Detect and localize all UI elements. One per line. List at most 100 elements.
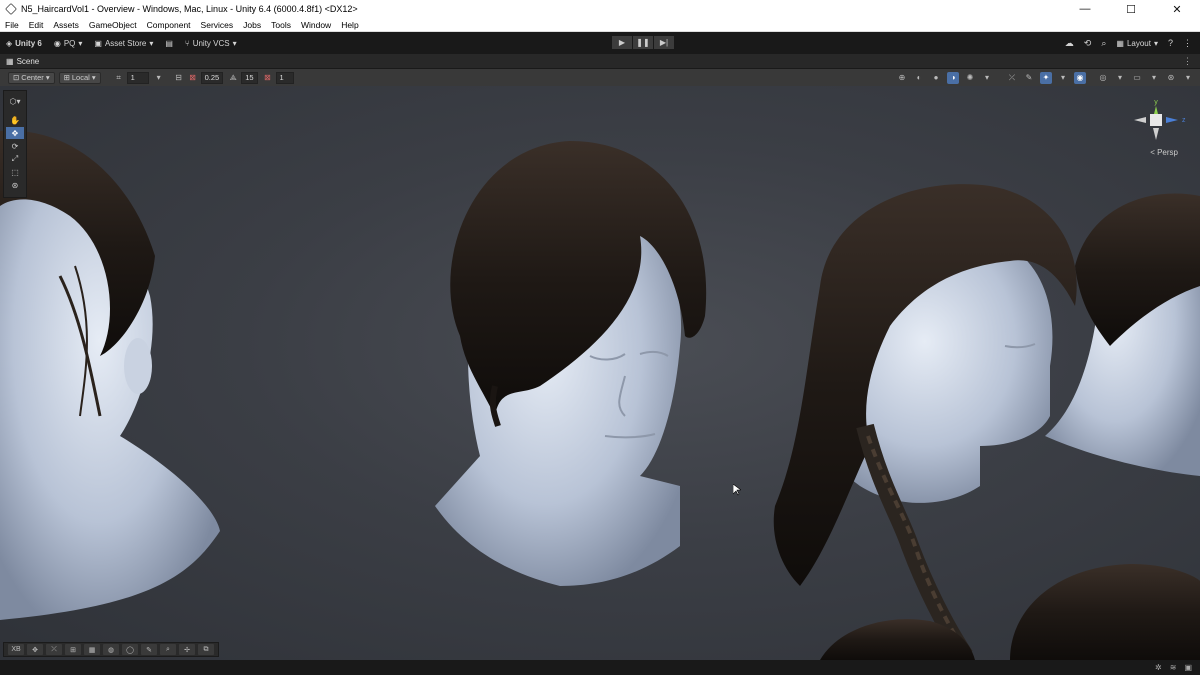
- chevron-down-icon[interactable]: ▾: [981, 72, 993, 84]
- align-icon[interactable]: ⊞: [65, 644, 81, 655]
- snap-icon[interactable]: ◍: [103, 644, 119, 655]
- sphere-icon[interactable]: ◯: [122, 644, 138, 655]
- move-icon[interactable]: ✥: [27, 644, 43, 655]
- grid-snap-icon[interactable]: ⌗: [113, 72, 125, 84]
- menu-services[interactable]: Services: [196, 20, 239, 30]
- chevron-down-icon[interactable]: ▾: [1114, 72, 1126, 84]
- 2d-toggle-icon[interactable]: ⤫: [1006, 72, 1018, 84]
- chevron-down-icon[interactable]: ▾: [1182, 72, 1194, 84]
- transform-tool-icon[interactable]: ⊛: [6, 179, 24, 191]
- zoom-icon[interactable]: ⌕: [160, 644, 176, 655]
- snap-value-field[interactable]: 0.25: [200, 71, 224, 84]
- scene-viewport[interactable]: [0, 86, 1200, 660]
- layers-icon[interactable]: ◎: [1097, 72, 1109, 84]
- chevron-down-icon: ▾: [1153, 38, 1158, 48]
- pivot-dropdown[interactable]: ⊡ Center ▾: [8, 71, 55, 84]
- unity-logo-icon: ◈: [6, 38, 13, 48]
- hand-tool-icon[interactable]: ✋: [6, 114, 24, 126]
- scene-render: [0, 130, 1200, 660]
- scale-snap-field[interactable]: 1: [275, 71, 294, 84]
- menu-gameobject[interactable]: GameObject: [84, 20, 142, 30]
- export-icon[interactable]: ⧉: [198, 644, 214, 655]
- space-label: Local: [71, 73, 90, 82]
- menu-jobs[interactable]: Jobs: [238, 20, 266, 30]
- layout-dropdown[interactable]: ▦ Layout ▾: [1116, 34, 1158, 52]
- rotate-snap-field[interactable]: 15: [241, 71, 258, 84]
- tool-palette: ⬡▾ ✋ ✥ ⟳ ⤢ ⬚ ⊛: [3, 90, 27, 198]
- asset-store-label: Asset Store: [104, 38, 147, 48]
- lighting-icon[interactable]: ✺: [964, 72, 976, 84]
- menu-window[interactable]: Window: [296, 20, 336, 30]
- xb-button[interactable]: XB: [8, 644, 24, 655]
- right-head-model: [773, 184, 1077, 660]
- pause-button[interactable]: ❚❚: [633, 36, 653, 49]
- grid-size-field[interactable]: 1: [126, 71, 149, 84]
- play-button[interactable]: ▶: [612, 36, 632, 49]
- chevron-down-icon: ▾: [232, 38, 237, 48]
- tab-scene[interactable]: ▦ Scene: [0, 57, 45, 66]
- close-button[interactable]: ✕: [1154, 0, 1200, 18]
- audio-toggle-icon[interactable]: ✎: [1023, 72, 1035, 84]
- chevron-down-icon: ▾: [78, 38, 83, 48]
- menu-help[interactable]: Help: [336, 20, 363, 30]
- chevron-down-icon[interactable]: ▾: [1057, 72, 1069, 84]
- vcs-icon: ⑂: [184, 38, 190, 48]
- menu-assets[interactable]: Assets: [48, 20, 84, 30]
- help-icon[interactable]: ?: [1168, 38, 1173, 48]
- chevron-down-icon: ▾: [91, 73, 96, 82]
- wireframe-icon[interactable]: ⊕: [896, 72, 908, 84]
- minimize-button[interactable]: —: [1062, 0, 1108, 18]
- menu-component[interactable]: Component: [142, 20, 196, 30]
- progress-icon[interactable]: ▣: [1184, 663, 1192, 672]
- gizmos-icon[interactable]: ⊛: [1165, 72, 1177, 84]
- package-button[interactable]: ▤: [159, 34, 179, 52]
- menu-tools[interactable]: Tools: [266, 20, 296, 30]
- lit-mode-icon[interactable]: ◑: [947, 71, 959, 84]
- brush-icon[interactable]: ✎: [141, 644, 157, 655]
- layers-status-icon[interactable]: ≋: [1170, 663, 1177, 672]
- move-tool-icon[interactable]: ✥: [6, 127, 24, 139]
- chevron-down-icon: ▾: [45, 73, 50, 82]
- bottom-overlay-toolbar: XB ✥ ⤫ ⊞ ▦ ◍ ◯ ✎ ⌕ ✢ ⧉: [3, 642, 219, 657]
- chevron-down-icon[interactable]: ▾: [1148, 72, 1160, 84]
- space-dropdown[interactable]: ⊞ Local ▾: [58, 71, 101, 84]
- increment-snap-icon[interactable]: ⊟: [173, 72, 185, 84]
- play-controls: ▶ ❚❚ ▶|: [612, 36, 674, 49]
- gizmo-z-label: z: [1182, 117, 1186, 124]
- menu-edit[interactable]: Edit: [24, 20, 49, 30]
- tab-menu-icon[interactable]: ⋮: [1183, 56, 1192, 67]
- history-icon[interactable]: ⟲: [1084, 38, 1092, 49]
- account-dropdown[interactable]: ◉ PQ ▾: [48, 34, 89, 52]
- chevron-down-icon[interactable]: ▾: [153, 72, 165, 84]
- camera-icon[interactable]: ▭: [1131, 72, 1143, 84]
- vcs-dropdown[interactable]: ⑂ Unity VCS ▾: [179, 34, 243, 52]
- mouse-cursor-icon: [733, 484, 741, 496]
- pan-icon[interactable]: ✢: [179, 644, 195, 655]
- rect-tool-icon[interactable]: ⬚: [6, 166, 24, 178]
- cloud-icon[interactable]: ☁: [1065, 38, 1074, 49]
- asset-store-dropdown[interactable]: ▣ Asset Store ▾: [88, 34, 159, 52]
- visibility-icon[interactable]: ◉: [1074, 71, 1086, 84]
- effects-toggle-icon[interactable]: ✦: [1040, 71, 1052, 84]
- status-bar: ✲ ≋ ▣: [0, 660, 1200, 675]
- mirror-icon[interactable]: ⤫: [46, 644, 62, 655]
- account-icon: ◉: [53, 38, 61, 48]
- unity-menu-button[interactable]: ◈ Unity 6: [0, 34, 48, 52]
- menu-file[interactable]: File: [0, 20, 24, 30]
- shaded-icon[interactable]: ●: [930, 72, 942, 84]
- step-button[interactable]: ▶|: [654, 36, 674, 49]
- account-label: PQ: [63, 38, 76, 48]
- view-options-icon[interactable]: ⬡▾: [6, 95, 24, 107]
- rotate-snap-icon[interactable]: ⟁: [227, 72, 239, 84]
- projection-label[interactable]: < Persp: [1150, 148, 1178, 157]
- debug-icon[interactable]: ✲: [1155, 663, 1162, 672]
- search-icon[interactable]: ⌕: [1101, 38, 1106, 49]
- rotate-tool-icon[interactable]: ⟳: [6, 140, 24, 152]
- maximize-button[interactable]: ☐: [1108, 0, 1154, 18]
- scale-snap-icon[interactable]: ⊠: [262, 72, 274, 84]
- scale-tool-icon[interactable]: ⤢: [6, 153, 24, 165]
- snap-toggle-icon[interactable]: ⊠: [187, 72, 199, 84]
- grid-icon[interactable]: ▦: [84, 644, 100, 655]
- more-menu-icon[interactable]: ⋮: [1183, 38, 1192, 49]
- shaded-wire-icon[interactable]: ◐: [913, 72, 925, 84]
